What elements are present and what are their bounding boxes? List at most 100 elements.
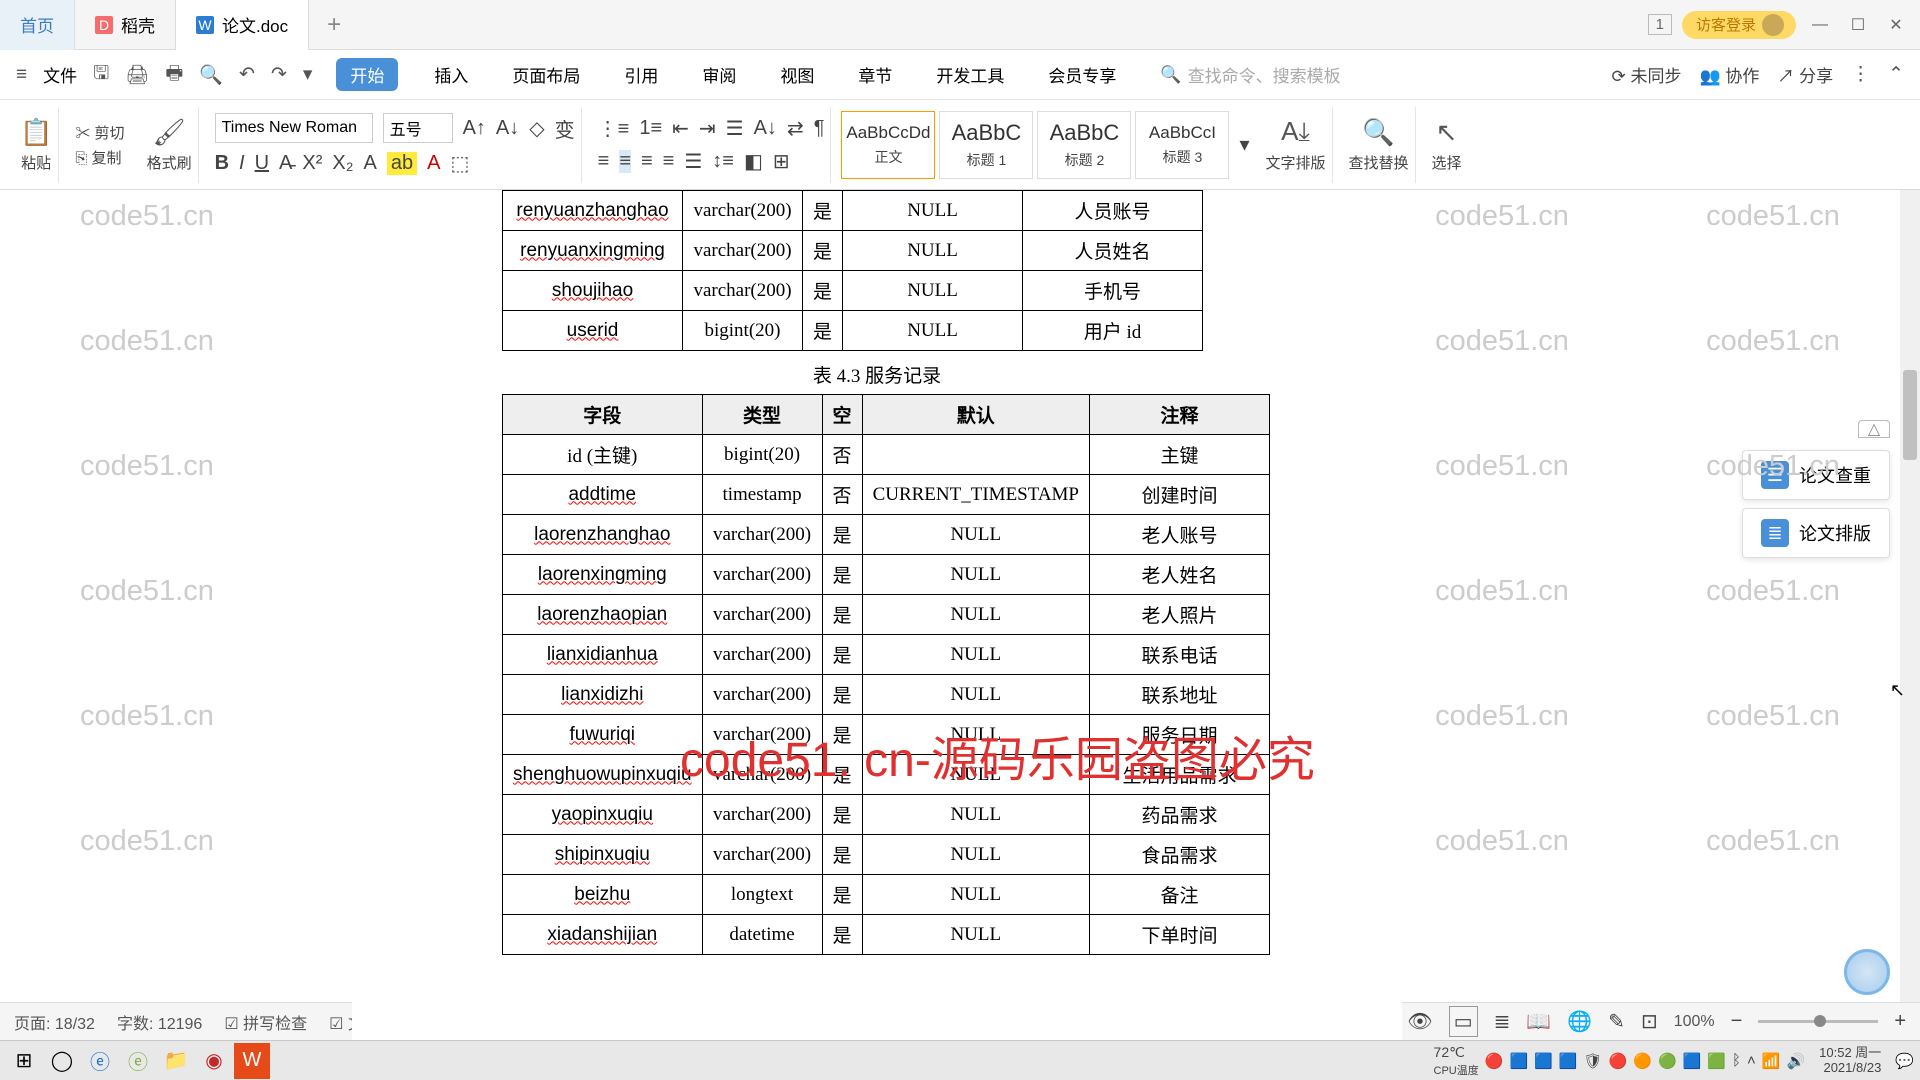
- menu-dev[interactable]: 开发工具: [928, 58, 1012, 91]
- plagiarism-check-button[interactable]: ☰论文查重: [1742, 450, 1890, 500]
- tab-home[interactable]: 首页: [0, 0, 75, 50]
- select-button[interactable]: 选择: [1432, 152, 1462, 173]
- italic-button[interactable]: I: [239, 152, 245, 175]
- spell-check-button[interactable]: ☑ 拼写检查: [224, 1010, 307, 1034]
- font-color-button[interactable]: A: [427, 152, 440, 175]
- tray-up-icon[interactable]: ˄: [1747, 1052, 1756, 1069]
- cortana-icon[interactable]: ◯: [44, 1043, 80, 1079]
- tray-icon[interactable]: 🟦: [1534, 1052, 1553, 1070]
- scroll-thumb[interactable]: [1903, 370, 1917, 460]
- redo-icon[interactable]: ↷: [271, 63, 287, 86]
- tab-daoke[interactable]: D稻壳: [75, 0, 176, 50]
- document-area[interactable]: code51.cncode51.cncode51.cncode51.cncode…: [0, 190, 1920, 1040]
- more-icon[interactable]: ⋮: [1851, 63, 1870, 86]
- window-count-badge[interactable]: 1: [1648, 14, 1672, 35]
- tray-icon[interactable]: 🟦: [1683, 1052, 1702, 1070]
- sync-status[interactable]: ⟳ 未同步: [1611, 62, 1681, 87]
- temp-widget[interactable]: 72℃CPU温度: [1434, 1044, 1479, 1078]
- borders-button[interactable]: ⊞: [773, 149, 790, 174]
- undo-icon[interactable]: ↶: [239, 63, 255, 86]
- maximize-button[interactable]: ☐: [1844, 15, 1872, 35]
- justify-button[interactable]: ≡: [663, 150, 675, 173]
- menu-reference[interactable]: 引用: [616, 58, 666, 91]
- text-layout-icon[interactable]: A⤓: [1281, 116, 1310, 148]
- menu-insert[interactable]: 插入: [426, 58, 476, 91]
- clock[interactable]: 10:52 周一2021/8/23: [1819, 1046, 1881, 1075]
- asian-layout-button[interactable]: ☰: [726, 116, 744, 141]
- ie-icon[interactable]: ⓔ: [82, 1043, 118, 1079]
- typeset-button[interactable]: ≣论文排版: [1742, 508, 1890, 558]
- tray-icon[interactable]: 🟩: [1707, 1052, 1726, 1070]
- close-button[interactable]: ✕: [1882, 15, 1910, 35]
- select-icon[interactable]: ↖: [1436, 117, 1458, 148]
- style-h2[interactable]: AaBbC标题 2: [1037, 111, 1131, 179]
- size-select[interactable]: [383, 113, 453, 143]
- edit-mode-icon[interactable]: ✎: [1608, 1009, 1625, 1034]
- notifications-icon[interactable]: 💬: [1895, 1052, 1914, 1070]
- styles-more-icon[interactable]: ▾: [1239, 132, 1249, 157]
- tab-button[interactable]: ⇄: [787, 116, 804, 141]
- zoom-out-button[interactable]: −: [1731, 1010, 1743, 1033]
- tray-icon[interactable]: 🟦: [1559, 1052, 1578, 1070]
- outline-view-icon[interactable]: ≣: [1494, 1009, 1511, 1034]
- tray-icon[interactable]: 🛡: [1584, 1052, 1603, 1070]
- eye-care-icon[interactable]: 👁: [1407, 1009, 1432, 1034]
- menu-start[interactable]: 开始: [336, 58, 398, 91]
- text-effect-button[interactable]: A: [364, 152, 377, 175]
- menu-view[interactable]: 视图: [772, 58, 822, 91]
- style-h3[interactable]: AaBbCcI标题 3: [1135, 111, 1229, 179]
- menu-vip[interactable]: 会员专享: [1040, 58, 1124, 91]
- superscript-button[interactable]: X²: [302, 152, 322, 175]
- paste-button[interactable]: 粘贴: [21, 152, 51, 173]
- align-right-button[interactable]: ≡: [641, 150, 653, 173]
- page-indicator[interactable]: 页面: 18/32: [14, 1010, 95, 1034]
- web-view-icon[interactable]: 🌐: [1567, 1009, 1592, 1034]
- bullets-button[interactable]: ⋮≡: [598, 116, 630, 141]
- volume-icon[interactable]: 🔊: [1786, 1052, 1805, 1070]
- print-icon[interactable]: 🖶: [165, 59, 183, 91]
- zoom-in-button[interactable]: +: [1894, 1010, 1906, 1033]
- style-h1[interactable]: AaBbC标题 1: [939, 111, 1033, 179]
- tray-icon[interactable]: 🔴: [1485, 1052, 1504, 1070]
- increase-font-icon[interactable]: A↑: [463, 117, 486, 140]
- collapse-ribbon-icon[interactable]: ⌃: [1888, 63, 1904, 86]
- assistant-bubble[interactable]: [1844, 949, 1890, 995]
- decrease-font-icon[interactable]: A↓: [496, 117, 519, 140]
- show-marks-button[interactable]: ¶: [814, 117, 825, 140]
- find-icon[interactable]: 🔍: [1362, 117, 1394, 148]
- font-select[interactable]: [215, 113, 373, 143]
- preview-icon[interactable]: 🔍: [199, 63, 223, 87]
- file-menu[interactable]: 文件: [43, 62, 77, 87]
- hamburger-icon[interactable]: ≡: [16, 64, 27, 86]
- copy-button[interactable]: ⎘ 复制: [75, 147, 121, 168]
- menu-chapter[interactable]: 章节: [850, 58, 900, 91]
- phonetic-icon[interactable]: 变: [555, 114, 575, 143]
- tray-icon[interactable]: 🟢: [1658, 1052, 1677, 1070]
- underline-button[interactable]: U: [255, 152, 269, 175]
- numbering-button[interactable]: 1≡: [639, 117, 662, 140]
- char-border-button[interactable]: ⬚: [450, 151, 469, 176]
- explorer-icon[interactable]: 📁: [158, 1043, 194, 1079]
- tab-document[interactable]: W论文.doc: [176, 0, 309, 50]
- wifi-icon[interactable]: 📶: [1762, 1052, 1781, 1070]
- save-icon[interactable]: 🖫: [93, 59, 109, 91]
- line-spacing-button[interactable]: ↕≡: [712, 150, 734, 173]
- sort-button[interactable]: A↓: [754, 117, 777, 140]
- tray-icon[interactable]: 🟦: [1509, 1052, 1528, 1070]
- bluetooth-icon[interactable]: ᛒ: [1732, 1052, 1741, 1069]
- distribute-button[interactable]: ☰: [684, 149, 702, 174]
- read-view-icon[interactable]: 📖: [1526, 1009, 1551, 1034]
- indent-inc-button[interactable]: ⇥: [699, 116, 716, 141]
- panel-toggle[interactable]: △: [1858, 420, 1890, 438]
- word-count[interactable]: 字数: 12196: [117, 1010, 202, 1034]
- fit-width-icon[interactable]: ⊡: [1641, 1009, 1658, 1034]
- dropdown-icon[interactable]: ▾: [303, 63, 313, 86]
- zoom-level[interactable]: 100%: [1674, 1013, 1715, 1031]
- wps-icon[interactable]: W: [234, 1043, 270, 1079]
- cut-button[interactable]: ✂ 剪切: [75, 122, 124, 143]
- format-brush-button[interactable]: 格式刷: [147, 152, 192, 173]
- edge-icon[interactable]: ⓔ: [120, 1043, 156, 1079]
- save-as-icon[interactable]: 🖨: [125, 63, 149, 87]
- bold-button[interactable]: B: [215, 152, 229, 175]
- page-view-icon[interactable]: ▭: [1449, 1006, 1478, 1037]
